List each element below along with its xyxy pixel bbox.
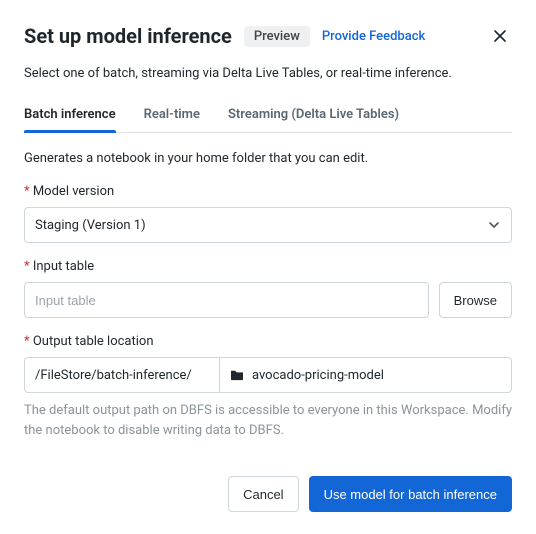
model-version-label: Model version xyxy=(24,184,512,199)
output-folder-value: avocado-pricing-model xyxy=(252,368,384,383)
chevron-down-icon xyxy=(487,218,501,232)
close-icon xyxy=(492,28,508,44)
dialog-title: Set up model inference xyxy=(24,24,232,48)
output-prefix: /FileStore/batch-inference/ xyxy=(24,357,219,393)
dialog-header: Set up model inference Preview Provide F… xyxy=(24,24,512,48)
output-folder-field[interactable]: avocado-pricing-model xyxy=(219,357,512,393)
dialog-footer: Cancel Use model for batch inference xyxy=(24,476,512,512)
output-location-group: /FileStore/batch-inference/ avocado-pric… xyxy=(24,357,512,393)
tab-real-time[interactable]: Real-time xyxy=(144,99,200,132)
tab-batch-inference[interactable]: Batch inference xyxy=(24,99,116,132)
output-location-label: Output table location xyxy=(24,334,512,349)
tab-streaming[interactable]: Streaming (Delta Live Tables) xyxy=(228,99,399,132)
setup-inference-dialog: Set up model inference Preview Provide F… xyxy=(0,0,536,534)
provide-feedback-link[interactable]: Provide Feedback xyxy=(322,29,425,44)
tabs: Batch inference Real-time Streaming (Del… xyxy=(24,99,512,133)
output-hint: The default output path on DBFS is acces… xyxy=(24,401,512,440)
model-version-value: Staging (Version 1) xyxy=(35,218,146,233)
submit-button[interactable]: Use model for batch inference xyxy=(309,476,512,512)
close-button[interactable] xyxy=(488,24,512,48)
browse-button[interactable]: Browse xyxy=(439,282,512,318)
input-table-field[interactable] xyxy=(24,282,429,318)
folder-icon xyxy=(230,369,244,381)
tab-description: Generates a notebook in your home folder… xyxy=(24,151,512,166)
preview-badge: Preview xyxy=(244,26,310,47)
input-table-label: Input table xyxy=(24,259,512,274)
dialog-subtitle: Select one of batch, streaming via Delta… xyxy=(24,66,512,81)
model-version-select[interactable]: Staging (Version 1) xyxy=(24,207,512,243)
cancel-button[interactable]: Cancel xyxy=(228,476,298,512)
